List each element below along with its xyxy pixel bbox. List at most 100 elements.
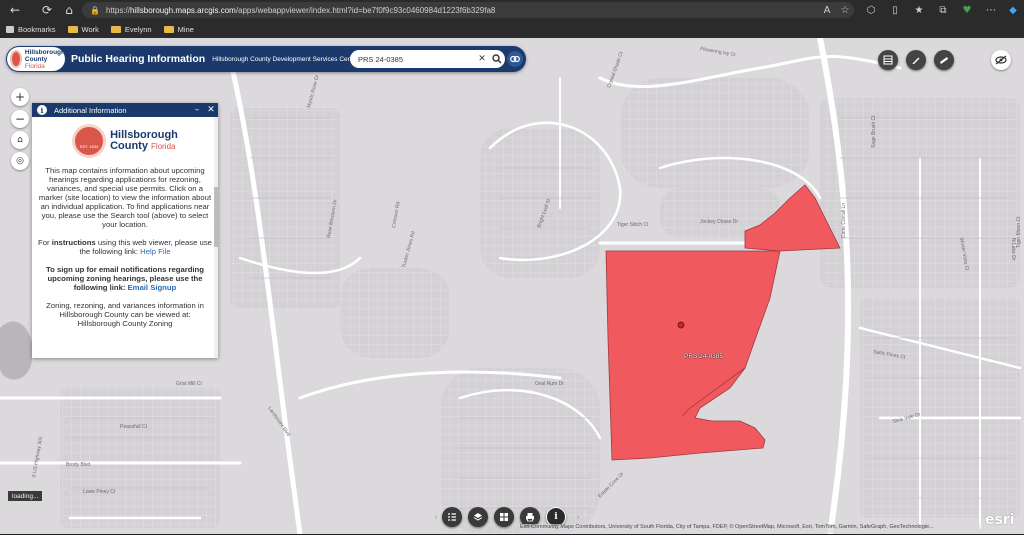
layers-icon (473, 513, 483, 521)
browser-extension-icon[interactable]: ♥ (958, 2, 976, 18)
street-label: Sage Brush Ct (871, 115, 877, 148)
app-title: Public Hearing Information (71, 53, 206, 65)
url-host: hillsborough.maps.arcgis.com (129, 5, 236, 15)
home-icon[interactable]: ⌂ (58, 0, 80, 20)
street-label: N Lake Dr (1010, 238, 1016, 261)
address-row: ← ⟳ ⌂ 🔒 https:// hillsborough.maps.arcgi… (0, 0, 1024, 20)
copilot-icon[interactable]: ◆ (1004, 2, 1022, 18)
scrollbar-thumb[interactable] (214, 187, 218, 247)
additional-info-panel: i Additional Information – ✕ EST. 1834 H… (32, 103, 218, 358)
legend-button[interactable] (442, 507, 462, 527)
toggle-visibility-button[interactable] (991, 50, 1011, 70)
parcel-label[interactable]: PRS 24-0385 (684, 353, 723, 360)
clear-icon[interactable]: ✕ (475, 54, 489, 64)
home-extent-button[interactable]: ⌂ (11, 131, 29, 149)
esri-logo: esri (985, 512, 1015, 528)
toolbar-next-icon[interactable]: › (572, 512, 584, 523)
collections-icon[interactable]: ⧉ (934, 2, 952, 18)
logo-line3: Florida (151, 142, 176, 151)
attribute-table-button[interactable] (878, 50, 898, 70)
bookmark-folder-work[interactable]: Work (67, 25, 99, 34)
street-label: Peacefull Ct (120, 424, 148, 430)
help-file-link[interactable]: Help File (140, 247, 170, 256)
email-signup-link[interactable]: Email Signup (128, 283, 177, 292)
layer-list-button[interactable] (468, 507, 488, 527)
instructions-pre: For (38, 238, 52, 247)
parcel-marker (677, 321, 685, 329)
signup-text: To sign up for email notifications regar… (46, 265, 204, 292)
logo-line2: County (110, 140, 148, 152)
lock-icon: 🔒 (90, 5, 100, 15)
instructions-bold: instructions (51, 238, 96, 247)
measure-icon (940, 57, 948, 64)
locate-button[interactable]: ◎ (11, 152, 29, 170)
url-path: /apps/webappviewer/index.html?id=be7f0f9… (235, 5, 496, 15)
panel-zoning-text: Zoning, rezoning, and variances informat… (46, 301, 204, 328)
table-icon (883, 55, 893, 65)
measure-button[interactable] (934, 50, 954, 70)
bookmarks-icon (6, 25, 14, 33)
seal-text: EST. 1834 (79, 144, 99, 149)
extensions-icon[interactable]: ⬡ (862, 2, 880, 18)
loading-indicator: loading... (8, 491, 43, 501)
logo-line2: County (24, 55, 48, 63)
browser-chrome: ← ⟳ ⌂ 🔒 https:// hillsborough.maps.arcgi… (0, 0, 1024, 38)
eye-slash-icon (995, 55, 1007, 65)
panel-body: EST. 1834 Hillsborough County Florida Th… (32, 117, 218, 358)
printer-icon (526, 513, 534, 522)
favorite-star-icon[interactable]: ☆ (836, 2, 854, 18)
county-seal-icon: EST. 1834 (72, 124, 107, 158)
more-menu-icon[interactable]: ⋯ (982, 2, 1000, 18)
info-icon: i (554, 512, 558, 522)
favorites-bar-icon[interactable]: ★ (910, 2, 928, 18)
bookmark-folder-mine[interactable]: Mine (163, 24, 194, 34)
bookmarks-bar: Bookmarks Work Evelynn Mine (0, 21, 1024, 37)
logo-line1: Hillsborough (24, 48, 65, 56)
grid-icon (500, 513, 508, 521)
folder-icon (163, 25, 174, 33)
street-label: Tiger Stitch Ct (617, 222, 649, 228)
info-icon: i (37, 105, 47, 115)
read-aloud-icon[interactable]: A (818, 2, 836, 18)
bookmark-label: Bookmarks (18, 24, 56, 34)
pencil-icon (912, 57, 920, 64)
split-screen-icon[interactable]: ▯ (886, 2, 904, 18)
county-seal-icon (10, 50, 22, 68)
bookmark-folder-evelynn[interactable]: Evelynn (110, 24, 152, 34)
street-label: Jockey Chase Dr (700, 219, 738, 225)
street-label: Grist Mill Ct (176, 381, 202, 387)
map-attribution: Esri Community Maps Contributors, Univer… (520, 524, 980, 533)
street-label: Cane Corrall Ln (841, 203, 847, 238)
street-label: Brody Blvd (66, 462, 90, 468)
toolbar-prev-icon[interactable]: ‹ (430, 512, 442, 523)
street-label: Lowe Piney Ct (83, 489, 116, 495)
panel-header: i Additional Information – ✕ (32, 103, 218, 117)
reload-icon[interactable]: ⟳ (36, 0, 58, 20)
draw-button[interactable] (906, 50, 926, 70)
close-button[interactable]: ✕ (204, 105, 218, 115)
zoom-out-button[interactable]: − (11, 110, 29, 128)
bookmarks-menu[interactable]: Bookmarks (6, 25, 56, 34)
back-icon[interactable]: ← (4, 0, 26, 20)
panel-intro-text: This map contains information about upco… (38, 166, 212, 229)
basemap-gallery-button[interactable] (494, 507, 514, 527)
url-prefix: https:// (105, 5, 130, 15)
url-bar[interactable]: 🔒 https:// hillsborough.maps.arcgis.com … (82, 2, 854, 18)
search-value[interactable]: PRS 24-0385 (358, 55, 475, 64)
panel-scrollbar[interactable] (214, 117, 218, 358)
folder-icon (110, 25, 121, 33)
minimize-button[interactable]: – (190, 105, 204, 115)
zoom-in-button[interactable]: + (11, 88, 29, 106)
panel-title: Additional Information (54, 105, 127, 115)
search-input[interactable]: PRS 24-0385 ✕ (350, 50, 505, 68)
folder-icon (67, 25, 78, 33)
panel-logo: EST. 1834 Hillsborough County Florida (38, 124, 212, 158)
panel-signup-text: To sign up for email notifications regar… (38, 265, 212, 292)
link-icon[interactable] (507, 51, 523, 67)
logo-text: Hillsborough County Florida (25, 49, 65, 70)
street-label: Oval Rum Dr (535, 381, 564, 387)
bookmark-label: Evelynn (124, 24, 152, 34)
app-header: Hillsborough County Florida Public Heari… (6, 46, 526, 72)
search-icon[interactable] (489, 51, 505, 67)
bookmark-label: Mine (177, 24, 194, 34)
